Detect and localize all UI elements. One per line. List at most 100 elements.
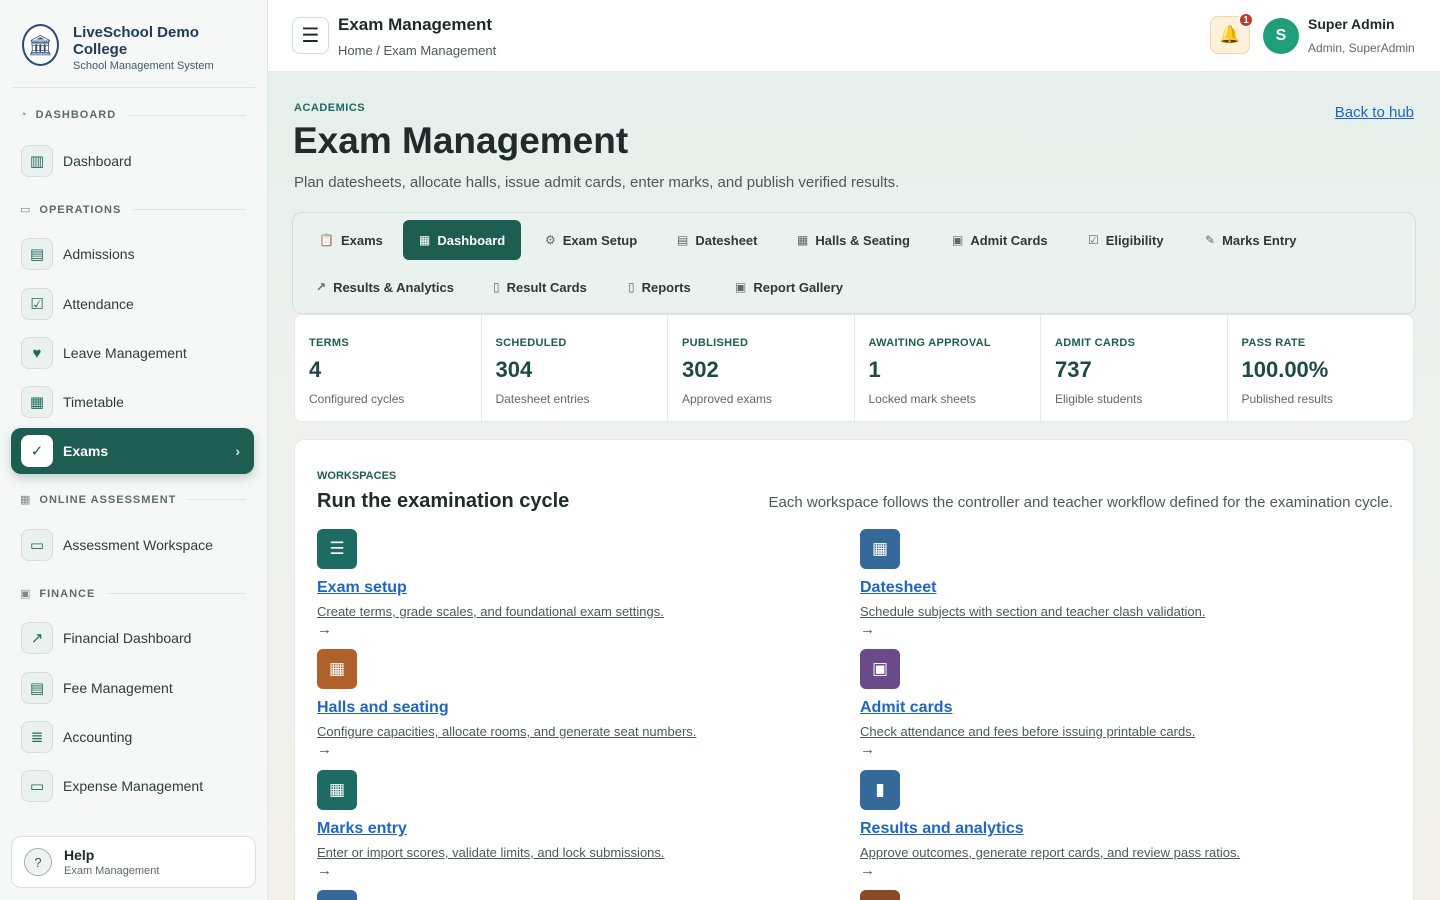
stats-row: TERMS 4 Configured cycles SCHEDULED 304 …: [294, 314, 1414, 422]
workspace-card-datesheet[interactable]: ▦ Datesheet Schedule subjects with secti…: [860, 529, 1380, 639]
stat-awaiting-approval: AWAITING APPROVAL 1 Locked mark sheets: [855, 315, 1041, 421]
tab-marks-entry[interactable]: ✎ Marks Entry: [1189, 220, 1312, 260]
calendar-icon: ▤: [677, 233, 689, 247]
check-square-icon: ☑: [1088, 233, 1099, 247]
help-title: Help: [64, 847, 95, 863]
report-icon: ▯: [628, 280, 635, 294]
sliders-icon: ☰: [317, 529, 357, 569]
tab-exams[interactable]: 📋 Exams: [303, 220, 399, 260]
workspaces-note: Each workspace follows the controller an…: [768, 494, 1394, 511]
workspace-card-exam-setup[interactable]: ☰ Exam setup Create terms, grade scales,…: [317, 529, 837, 639]
section-online-assessment: ▦ ONLINE ASSESSMENT: [20, 493, 246, 506]
sidebar-item-admissions[interactable]: ▤ Admissions: [11, 231, 254, 277]
workspaces-kicker: WORKSPACES: [317, 470, 397, 482]
sidebar-item-accounting[interactable]: ≣ Accounting: [11, 714, 254, 760]
id-card-icon: ▤: [21, 238, 53, 270]
workspaces-panel: WORKSPACES Run the examination cycle Eac…: [294, 439, 1414, 900]
arrow-right-icon: →: [317, 621, 332, 638]
briefcase-icon: ▭: [20, 204, 32, 216]
bell-icon: 🔔: [1219, 25, 1241, 44]
workspace-card-results-analytics[interactable]: ▮ Results and analytics Approve outcomes…: [860, 770, 1380, 880]
id-card-icon: ▣: [952, 233, 964, 247]
file-icon: ▯: [493, 280, 500, 294]
brand[interactable]: 🏛 LiveSchool Demo College School Managem…: [12, 0, 255, 88]
wallet-icon: ▣: [20, 588, 32, 600]
wallet-icon: ▭: [21, 770, 53, 802]
calendar-icon: ▦: [21, 386, 53, 418]
brand-subtitle: School Management System: [73, 60, 214, 72]
arrow-right-icon: →: [317, 862, 332, 879]
brand-name: LiveSchool Demo College: [73, 24, 199, 58]
next-card-icon: [860, 890, 900, 900]
table-icon: ▦: [797, 233, 809, 247]
section-finance: ▣ FINANCE: [20, 587, 246, 600]
sidebar-item-fee-management[interactable]: ▤ Fee Management: [11, 665, 254, 711]
workspaces-title: Run the examination cycle: [317, 490, 570, 512]
stat-terms: TERMS 4 Configured cycles: [295, 315, 482, 421]
sidebar-item-leave-management[interactable]: ♥ Leave Management: [11, 330, 254, 376]
next-card-icon: [317, 890, 357, 900]
calendar-check-icon: ☑: [21, 288, 53, 320]
question-icon: ?: [24, 848, 52, 876]
tab-exam-setup[interactable]: ⚙ Exam Setup: [529, 220, 653, 260]
page-header-title: Exam Management: [338, 15, 492, 34]
speedometer-icon: ◔: [20, 109, 28, 121]
tab-results-analytics[interactable]: ↗ Results & Analytics: [300, 267, 470, 307]
sidebar-item-attendance[interactable]: ☑ Attendance: [11, 281, 254, 327]
arrow-right-icon: →: [317, 741, 332, 758]
user-name[interactable]: Super Admin: [1308, 16, 1395, 32]
avatar[interactable]: S: [1263, 18, 1299, 54]
page-description: Plan datesheets, allocate halls, issue a…: [294, 174, 900, 191]
clipboard-check-icon: ✓: [21, 435, 53, 467]
tab-result-cards[interactable]: ▯ Result Cards: [477, 267, 603, 307]
sidebar-item-expense-management[interactable]: ▭ Expense Management: [11, 763, 254, 809]
back-to-hub-link[interactable]: Back to hub: [1335, 104, 1414, 121]
sidebar-item-financial-dashboard[interactable]: ↗ Financial Dashboard: [11, 615, 254, 661]
arrow-right-icon: →: [860, 741, 875, 758]
stat-pass-rate: PASS RATE 100.00% Published results: [1241, 337, 1333, 406]
stat-admit-cards: ADMIT CARDS 737 Eligible students: [1041, 315, 1228, 421]
ledger-icon: ≣: [21, 721, 53, 753]
help-card[interactable]: ? Help Exam Management: [11, 836, 256, 888]
tab-eligibility[interactable]: ☑ Eligibility: [1072, 220, 1180, 260]
main-content: ACADEMICS Exam Management Plan datesheet…: [268, 72, 1440, 900]
menu-toggle-button[interactable]: ☰: [292, 17, 329, 54]
sidebar-item-dashboard[interactable]: ▥ Dashboard: [11, 138, 254, 184]
clipboard-icon: 📋: [319, 233, 334, 247]
calendar-heart-icon: ♥: [21, 337, 53, 369]
section-operations: ▭ OPERATIONS: [20, 203, 246, 216]
tab-reports[interactable]: ▯ Reports: [612, 267, 707, 307]
sidebar-item-exams[interactable]: ✓ Exams ›: [11, 428, 254, 474]
grid-icon: ▦: [20, 494, 32, 506]
grid-icon: ▦: [317, 649, 357, 689]
tab-dashboard[interactable]: ▦ Dashboard: [403, 220, 522, 260]
stat-published: PUBLISHED 302 Approved exams: [668, 315, 855, 421]
workspace-card-marks-entry[interactable]: ▦ Marks entry Enter or import scores, va…: [317, 770, 837, 880]
sidebar-item-timetable[interactable]: ▦ Timetable: [11, 379, 254, 425]
chevron-right-icon: ›: [235, 443, 240, 459]
id-card-icon: ▣: [860, 649, 900, 689]
hamburger-icon: ☰: [301, 25, 320, 47]
section-dashboard: ◔ DASHBOARD: [20, 109, 246, 121]
tab-report-gallery[interactable]: ▣ Report Gallery: [719, 267, 859, 307]
tab-datesheet[interactable]: ▤ Datesheet: [661, 220, 773, 260]
line-chart-icon: ↗: [316, 280, 327, 294]
help-subtitle: Exam Management: [64, 865, 160, 877]
gear-icon: ⚙: [545, 233, 556, 247]
tab-halls-seating[interactable]: ▦ Halls & Seating: [781, 220, 926, 260]
page-title: Exam Management: [293, 120, 629, 161]
arrow-right-icon: →: [860, 862, 875, 879]
bar-chart-icon: ▮: [860, 770, 900, 810]
breadcrumb[interactable]: Home / Exam Management: [338, 43, 496, 58]
arrow-right-icon: →: [860, 621, 875, 638]
school-logo-icon: 🏛: [22, 24, 59, 66]
edit-icon: ✎: [1205, 233, 1216, 247]
sidebar-item-assessment-workspace[interactable]: ▭ Assessment Workspace: [11, 522, 254, 568]
grid-icon: ▦: [419, 233, 431, 247]
exam-tabs: 📋 Exams ▦ Dashboard ⚙ Exam Setup ▤ Datesheet…: [292, 212, 1416, 314]
table-icon: ▦: [317, 770, 357, 810]
workspace-card-admit-cards[interactable]: ▣ Admit cards Check attendance and fees …: [860, 649, 1380, 759]
laptop-icon: ▭: [21, 529, 53, 561]
tab-admit-cards[interactable]: ▣ Admit Cards: [936, 220, 1064, 260]
workspace-card-halls-seating[interactable]: ▦ Halls and seating Configure capacities…: [317, 649, 837, 759]
